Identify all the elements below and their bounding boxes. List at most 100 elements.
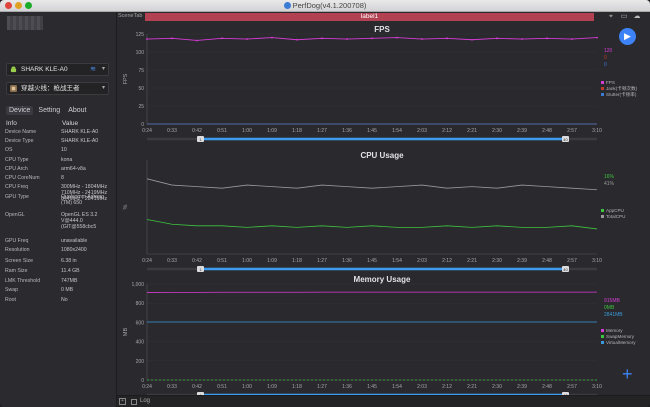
- x-tick-label: 2:12: [442, 128, 452, 134]
- fps-point: [371, 37, 373, 40]
- device-select-value: SHARK KLE-A0: [21, 66, 68, 73]
- x-tick-label: 2:03: [417, 258, 427, 264]
- info-key: Resolution: [5, 247, 30, 253]
- info-key: CPU Arch: [5, 166, 28, 172]
- x-tick-label: 1:00: [242, 258, 252, 264]
- x-tick-label: 1:00: [242, 128, 252, 134]
- info-value: unavailable: [61, 238, 88, 244]
- y-tick-label: 600: [136, 320, 145, 326]
- fps-point: [246, 38, 248, 40]
- legend-swatch: [601, 209, 604, 212]
- wifi-icon: ≋: [90, 66, 96, 73]
- legend-label: TotalCPU: [606, 214, 625, 219]
- chart-panel-2: Memory UsageMB1,00080060040020000:24 0:33…: [123, 275, 636, 395]
- current-value: 0: [604, 62, 607, 68]
- legend-label: Memory: [606, 328, 623, 333]
- app-select[interactable]: 穿越火线：枪战王者 ▾: [6, 82, 109, 95]
- y-axis-label: %: [123, 204, 129, 209]
- fps-point: [546, 37, 548, 40]
- info-key: GPU Freq: [5, 238, 29, 244]
- info-value: 1080x2400: [61, 247, 87, 253]
- x-tick-label: 1:45: [367, 258, 377, 264]
- x-tick-label: 2:48: [542, 384, 552, 390]
- x-tick-label: 1:18: [292, 384, 302, 390]
- y-tick-label: 100: [136, 50, 145, 56]
- x-tick-label: 2:03: [417, 384, 427, 390]
- info-key: LMK Threshold: [5, 278, 41, 284]
- current-value: 2841MB: [604, 312, 623, 318]
- x-tick-label: 1:36: [342, 128, 352, 134]
- y-axis-label: MB: [123, 328, 129, 337]
- x-tick-label: 0:42: [192, 258, 202, 264]
- range-handle-label: 40: [563, 267, 568, 272]
- info-value: Qualcomm Adreno (TM) 650: [61, 194, 104, 206]
- current-value: 16%: [604, 174, 615, 180]
- x-tick-label: 0:51: [217, 384, 227, 390]
- x-tick-label: 1:45: [367, 384, 377, 390]
- fps-point: [496, 37, 498, 40]
- chart-title: CPU Usage: [360, 151, 404, 160]
- x-tick-label: 2:39: [517, 384, 527, 390]
- device-select[interactable]: SHARK KLE-A0 ≋ ▾: [6, 63, 109, 76]
- legend-label: Jank(卡顿次数): [606, 85, 638, 92]
- x-tick-label: 2:48: [542, 258, 552, 264]
- info-value: SHARK KLE-A0: [61, 129, 99, 135]
- x-tick-label: 1:09: [267, 258, 277, 264]
- x-tick-label: 0:42: [192, 384, 202, 390]
- fps-point: [196, 39, 198, 42]
- info-value: 6.38 in: [61, 258, 77, 264]
- add-label-button[interactable]: +: [622, 365, 633, 383]
- android-icon: [10, 66, 17, 73]
- value-col-header: Value: [62, 120, 79, 127]
- charts-area: FPS FPS 125 100 75 50 25 0 0:24 0:33 0:42 0:51 1:00 1…: [123, 25, 638, 395]
- fps-point: [471, 38, 473, 41]
- x-tick-label: 2:12: [442, 258, 452, 264]
- legend-label: VirtualMemory: [606, 340, 636, 345]
- legend-swatch: [601, 341, 604, 344]
- x-tick-label: 3:10: [592, 384, 602, 390]
- window-title: PerfDog(v4.1.200708): [0, 1, 650, 10]
- legend-label: Stutter(卡顿率): [606, 91, 637, 98]
- account-avatar[interactable]: [7, 16, 43, 30]
- fps-point: [146, 38, 148, 40]
- x-tick-label: 1:54: [392, 128, 402, 134]
- x-tick-label: 2:57: [567, 384, 577, 390]
- legend-swatch: [601, 215, 604, 218]
- legend-swatch: [601, 329, 604, 332]
- legend-swatch: [601, 81, 604, 84]
- x-tick-label: 2:12: [442, 384, 452, 390]
- x-tick-label: 1:00: [242, 384, 252, 390]
- x-tick-label: 3:10: [592, 128, 602, 134]
- sidebar: SHARK KLE-A0 ≋ ▾ 穿越火线：枪战王者 ▾ Device Setti…: [0, 12, 117, 407]
- current-value: 120: [604, 48, 613, 54]
- fps-point: [271, 36, 273, 39]
- x-tick-label: 2:30: [492, 128, 502, 134]
- title-bar: PerfDog(v4.1.200708): [0, 0, 650, 12]
- fps-point: [396, 36, 398, 39]
- info-key: Device Type: [5, 138, 34, 144]
- y-tick-label: 25: [138, 104, 144, 110]
- x-tick-label: 2:03: [417, 128, 427, 134]
- expand-icon[interactable]: +: [119, 398, 126, 405]
- fps-point: [321, 37, 323, 40]
- tab-device[interactable]: Device: [6, 106, 34, 115]
- chevron-down-icon: ▾: [101, 66, 105, 72]
- x-tick-label: 1:27: [317, 128, 327, 134]
- legend-label: AppCPU: [606, 208, 624, 213]
- x-tick-label: 2:21: [467, 258, 477, 264]
- range-handle-label: 40: [563, 137, 568, 142]
- info-value: arm64-v8a: [61, 166, 86, 172]
- current-value: 915MB: [604, 298, 621, 304]
- x-tick-label: 0:24: [142, 258, 152, 264]
- log-checkbox[interactable]: [131, 399, 137, 405]
- x-tick-label: 0:42: [192, 128, 202, 134]
- tab-setting[interactable]: Setting: [35, 106, 63, 115]
- fps-point: [346, 38, 348, 40]
- y-tick-label: 200: [136, 359, 145, 365]
- x-tick-label: 2:57: [567, 128, 577, 134]
- tab-about[interactable]: About: [65, 106, 89, 115]
- perfdog-window: PerfDog(v4.1.200708) SHARK KLE-A0 ≋ ▾ 穿越…: [0, 0, 650, 407]
- legend-swatch: [601, 335, 604, 338]
- current-value: 0MB: [604, 305, 615, 311]
- chart-title: FPS: [374, 25, 390, 34]
